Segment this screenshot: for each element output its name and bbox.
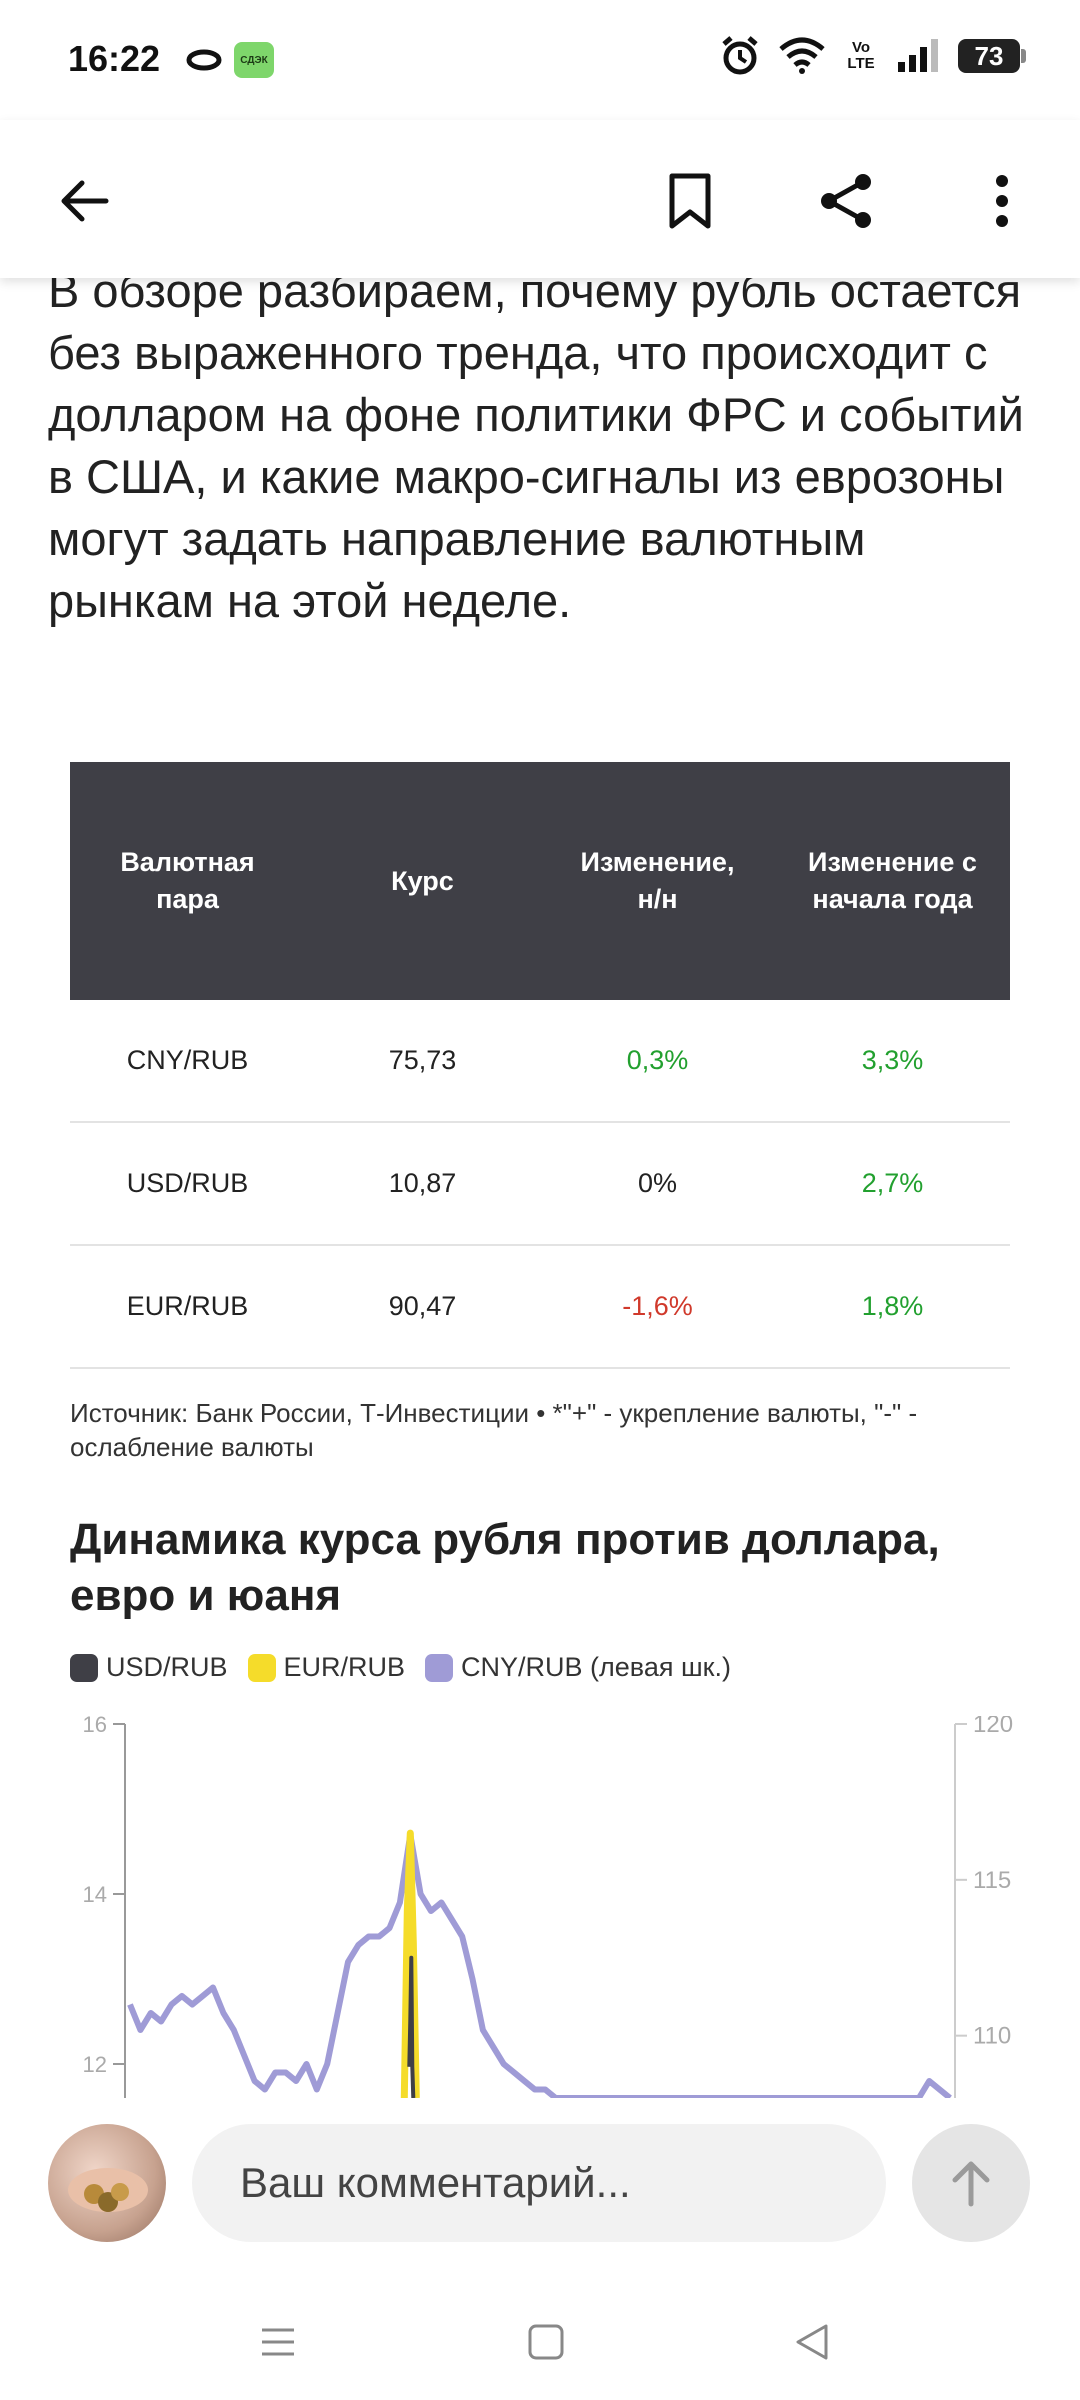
table-row: USD/RUB 10,87 0% 2,7% bbox=[70, 1123, 1010, 1246]
currency-table: Валютная пара Курс Изменение, н/н Измене… bbox=[70, 762, 1010, 1369]
status-bar: 16:22 СДЭК Vo LTE 73 bbox=[0, 0, 1080, 120]
cdek-app-label: СДЭК bbox=[240, 54, 268, 66]
cell-rate: 10,87 bbox=[388, 1168, 457, 1198]
more-options-button[interactable] bbox=[966, 165, 1038, 237]
signal-icon bbox=[898, 39, 938, 72]
avatar[interactable] bbox=[48, 2124, 166, 2242]
chart-title: Динамика курса рубля против доллара, евр… bbox=[70, 1515, 940, 1620]
send-button[interactable] bbox=[912, 2124, 1030, 2242]
share-icon bbox=[821, 174, 871, 228]
legend-label-usd: USD/RUB bbox=[106, 1652, 228, 1682]
app-bar bbox=[0, 120, 1080, 278]
legend-swatch-eur bbox=[247, 1653, 276, 1682]
status-right-icons: Vo LTE 73 bbox=[720, 36, 1026, 76]
back-nav-button[interactable] bbox=[782, 2312, 842, 2372]
volte-icon: Vo LTE bbox=[847, 39, 875, 72]
series-line-cny bbox=[127, 1831, 952, 2098]
system-nav-bar bbox=[0, 2268, 1080, 2400]
legend-item-usd: USD/RUB bbox=[70, 1652, 228, 1683]
cell-week-change: 0% bbox=[637, 1168, 678, 1198]
cell-rate: 75,73 bbox=[388, 1045, 457, 1075]
arrow-up-icon bbox=[952, 2161, 990, 2207]
cell-ytd-change: 2,7% bbox=[861, 1168, 924, 1198]
menu-icon bbox=[262, 2328, 294, 2356]
home-nav-button[interactable] bbox=[516, 2312, 576, 2372]
legend-item-eur: EUR/RUB bbox=[247, 1652, 406, 1683]
table-row: EUR/RUB 90,47 -1,6% 1,8% bbox=[70, 1246, 1010, 1369]
back-triangle-icon bbox=[796, 2324, 828, 2360]
left-tick-label: 16 bbox=[83, 1716, 107, 1737]
comment-input[interactable]: Ваш комментарий... bbox=[192, 2124, 886, 2242]
coins-hands-photo-icon bbox=[68, 2168, 148, 2212]
cell-week-change: -1,6% bbox=[622, 1291, 693, 1321]
legend-item-cny: CNY/RUB (левая шк.) bbox=[425, 1652, 731, 1683]
menu-nav-button[interactable] bbox=[248, 2312, 308, 2372]
cell-pair: EUR/RUB bbox=[126, 1291, 249, 1321]
status-notification-icons: СДЭК bbox=[186, 42, 274, 78]
legend-swatch-usd bbox=[70, 1653, 98, 1682]
header-pair: Валютная пара bbox=[120, 847, 255, 914]
home-square-icon bbox=[528, 2324, 564, 2360]
right-tick-label: 110 bbox=[973, 2023, 1011, 2050]
article-intro: В обзоре разбираем, почему рубль остаетс… bbox=[48, 264, 1024, 627]
cell-rate: 90,47 bbox=[388, 1291, 457, 1321]
legend-label-cny: CNY/RUB (левая шк.) bbox=[461, 1652, 731, 1682]
alarm-icon bbox=[722, 36, 758, 75]
legend-swatch-cny bbox=[425, 1653, 454, 1682]
wifi-icon bbox=[779, 37, 825, 74]
cell-ytd-change: 3,3% bbox=[861, 1045, 924, 1075]
right-tick-label: 120 bbox=[973, 1716, 1013, 1738]
rate-chart: 16 14 12 120 115 110 bbox=[83, 1716, 1013, 2098]
comment-placeholder: Ваш комментарий... bbox=[240, 2159, 631, 2206]
legend-label-eur: EUR/RUB bbox=[283, 1652, 406, 1682]
left-tick-label: 12 bbox=[83, 2052, 107, 2077]
back-arrow-icon bbox=[61, 180, 109, 222]
right-tick-label: 115 bbox=[973, 1867, 1011, 1894]
left-tick-label: 14 bbox=[83, 1882, 107, 1907]
back-button[interactable] bbox=[48, 165, 120, 237]
header-rate: Курс bbox=[391, 865, 454, 896]
cell-ytd-change: 1,8% bbox=[861, 1291, 924, 1321]
header-week-change: Изменение, н/н bbox=[580, 847, 735, 914]
more-vert-icon bbox=[996, 175, 1008, 227]
bookmark-icon bbox=[669, 173, 711, 229]
chart-legend: USD/RUB EUR/RUB CNY/RUB (левая шк.) bbox=[70, 1652, 731, 1683]
cdek-app-icon: СДЭК bbox=[234, 42, 274, 78]
cell-pair: CNY/RUB bbox=[126, 1045, 249, 1075]
status-time: 16:22 bbox=[68, 38, 161, 79]
series-line-usd bbox=[407, 1955, 416, 2098]
bookmark-button[interactable] bbox=[654, 165, 726, 237]
header-ytd-change: Изменение с начала года bbox=[808, 847, 977, 914]
comment-bar: Ваш комментарий... bbox=[0, 2098, 1080, 2268]
table-source-note: Источник: Банк России, Т-Инвестиции • *"… bbox=[70, 1398, 918, 1462]
table-row: CNY/RUB 75,73 0,3% 3,3% bbox=[70, 1000, 1010, 1123]
cell-week-change: 0,3% bbox=[626, 1045, 689, 1075]
table-header: Валютная пара Курс Изменение, н/н Измене… bbox=[70, 762, 1010, 1000]
battery-icon: 73 bbox=[958, 39, 1026, 73]
battery-level: 73 bbox=[974, 40, 1004, 71]
circle-notification-icon bbox=[186, 49, 222, 71]
cell-pair: USD/RUB bbox=[126, 1168, 249, 1198]
share-button[interactable] bbox=[810, 165, 882, 237]
